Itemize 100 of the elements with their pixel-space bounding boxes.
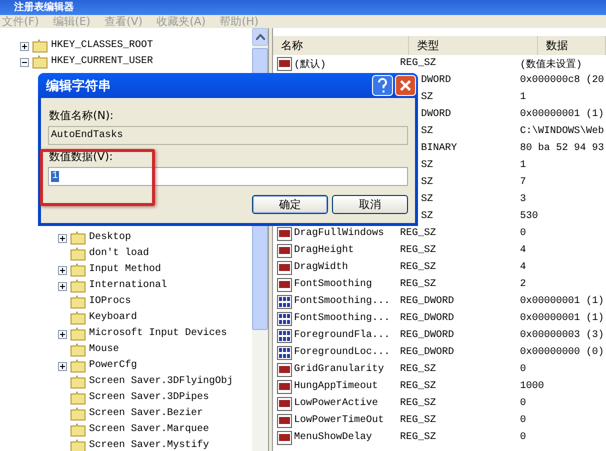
value-name[interactable]: GridGranularity: [294, 364, 384, 375]
tree-item[interactable]: don't load: [89, 247, 150, 261]
value-name[interactable]: (默认): [294, 56, 326, 70]
value-type: REG_DWORD: [400, 347, 454, 358]
tree-item[interactable]: IOProcs: [89, 295, 132, 309]
value-name-field[interactable]: AutoEndTasks: [48, 126, 408, 145]
value-type: SZ: [421, 92, 434, 103]
expander-icon[interactable]: [58, 282, 67, 290]
value-type: REG_SZ: [400, 415, 436, 426]
value-type: SZ: [421, 126, 434, 137]
value-data-field[interactable]: 1: [48, 167, 408, 186]
value-type: SZ: [421, 194, 434, 205]
value-type: REG_SZ: [400, 381, 436, 392]
folder-icon: [70, 407, 86, 421]
binary-value-icon: [277, 346, 293, 360]
column-header[interactable]: 类型: [409, 36, 538, 55]
value-data: 1000: [520, 381, 544, 392]
scroll-up-icon[interactable]: [256, 34, 264, 40]
folder-icon: [70, 279, 86, 293]
folder-icon: [70, 311, 86, 325]
value-name[interactable]: FontSmoothing: [294, 279, 372, 290]
value-name[interactable]: ForegroundLoc...: [294, 347, 390, 358]
tree-item[interactable]: Screen Saver.Mystify: [89, 439, 210, 451]
folder-icon: [70, 327, 86, 341]
tree-item[interactable]: International: [89, 279, 168, 293]
value-name[interactable]: FontSmoothing...: [294, 296, 390, 307]
expander-icon[interactable]: [20, 42, 29, 50]
value-data: 0x00000003 (3): [520, 330, 604, 341]
value-type: BINARY: [421, 143, 458, 154]
folder-icon: [70, 439, 86, 451]
string-value-icon: [277, 244, 293, 258]
folder-icon: [70, 375, 86, 389]
string-value-icon: [277, 362, 293, 376]
value-type: REG_SZ: [400, 279, 436, 290]
value-name[interactable]: DragHeight: [294, 245, 354, 256]
value-data: 0x00000000 (0): [520, 347, 604, 358]
expander-icon[interactable]: [58, 266, 67, 274]
expander-icon[interactable]: [58, 362, 67, 370]
value-name[interactable]: HungAppTimeout: [294, 381, 378, 392]
tree-item[interactable]: Screen Saver.Bezier: [89, 407, 204, 421]
folder-icon: [70, 359, 86, 373]
string-value-icon: [277, 260, 293, 274]
string-value-icon: [277, 430, 293, 444]
value-name[interactable]: LowPowerTimeOut: [294, 415, 384, 426]
value-type: REG_DWORD: [400, 296, 454, 307]
tree-item[interactable]: HKEY_CLASSES_ROOT: [51, 39, 154, 53]
folder-icon: [70, 391, 86, 405]
value-type: REG_SZ: [400, 398, 436, 409]
value-data: C:\WINDOWS\Web: [520, 126, 604, 137]
value-type: SZ: [421, 211, 434, 222]
tree-item[interactable]: PowerCfg: [89, 359, 138, 373]
value-type: DWORD: [421, 75, 452, 86]
expander-icon[interactable]: [20, 58, 29, 66]
tree-item[interactable]: Microsoft Input Devices: [89, 327, 228, 341]
value-name[interactable]: DragWidth: [294, 262, 348, 273]
value-type: REG_DWORD: [400, 330, 454, 341]
value-data: 0x00000001 (1): [520, 109, 604, 120]
tree-item[interactable]: HKEY_CURRENT_USER: [51, 55, 154, 69]
value-data: 7: [520, 177, 526, 188]
value-data: 530: [520, 211, 538, 222]
expander-icon[interactable]: [58, 330, 67, 338]
value-data: 0x00000001 (1): [520, 296, 604, 307]
window-title: 注册表编辑器: [14, 0, 74, 15]
value-data: 0x000000c8 (20: [520, 75, 604, 86]
tree-item[interactable]: Keyboard: [89, 311, 138, 325]
tree-item[interactable]: Mouse: [89, 343, 120, 357]
tree-item[interactable]: Screen Saver.3DPipes: [89, 391, 210, 405]
value-name[interactable]: ForegroundFla...: [294, 330, 390, 341]
close-button[interactable]: [395, 75, 416, 96]
value-type: REG_SZ: [400, 432, 436, 443]
cancel-button[interactable]: 取消: [332, 195, 408, 214]
value-name[interactable]: DragFullWindows: [294, 228, 384, 239]
value-name[interactable]: MenuShowDelay: [294, 432, 372, 443]
column-header[interactable]: 数据: [538, 36, 606, 55]
value-type: REG_SZ: [400, 58, 436, 69]
value-data: 0: [520, 228, 526, 239]
value-name[interactable]: FontSmoothing...: [294, 313, 390, 324]
help-button[interactable]: [372, 75, 393, 96]
value-type: REG_SZ: [400, 262, 436, 273]
value-data: 0: [520, 398, 526, 409]
folder-icon: [32, 55, 48, 69]
string-value-icon: [277, 414, 293, 428]
column-header[interactable]: 名称: [273, 36, 409, 55]
value-data: (数值未设置): [520, 60, 582, 70]
tree-item[interactable]: Input Method: [89, 263, 162, 277]
string-value-icon: [277, 380, 293, 394]
value-type: SZ: [421, 177, 434, 188]
ok-button[interactable]: 确定: [252, 195, 328, 214]
value-data: 80 ba 52 94 93: [520, 143, 604, 154]
value-data: 3: [520, 194, 526, 205]
value-data: 1: [520, 92, 526, 103]
value-type: REG_SZ: [400, 228, 436, 239]
value-data: 1: [520, 160, 526, 171]
expander-icon[interactable]: [58, 234, 67, 242]
tree-item[interactable]: Screen Saver.3DFlyingObj: [89, 375, 234, 389]
value-data: 0: [520, 364, 526, 375]
value-data: 2: [520, 279, 526, 290]
value-name[interactable]: LowPowerActive: [294, 398, 378, 409]
tree-item[interactable]: Screen Saver.Marquee: [89, 423, 210, 437]
tree-item[interactable]: Desktop: [89, 231, 132, 245]
